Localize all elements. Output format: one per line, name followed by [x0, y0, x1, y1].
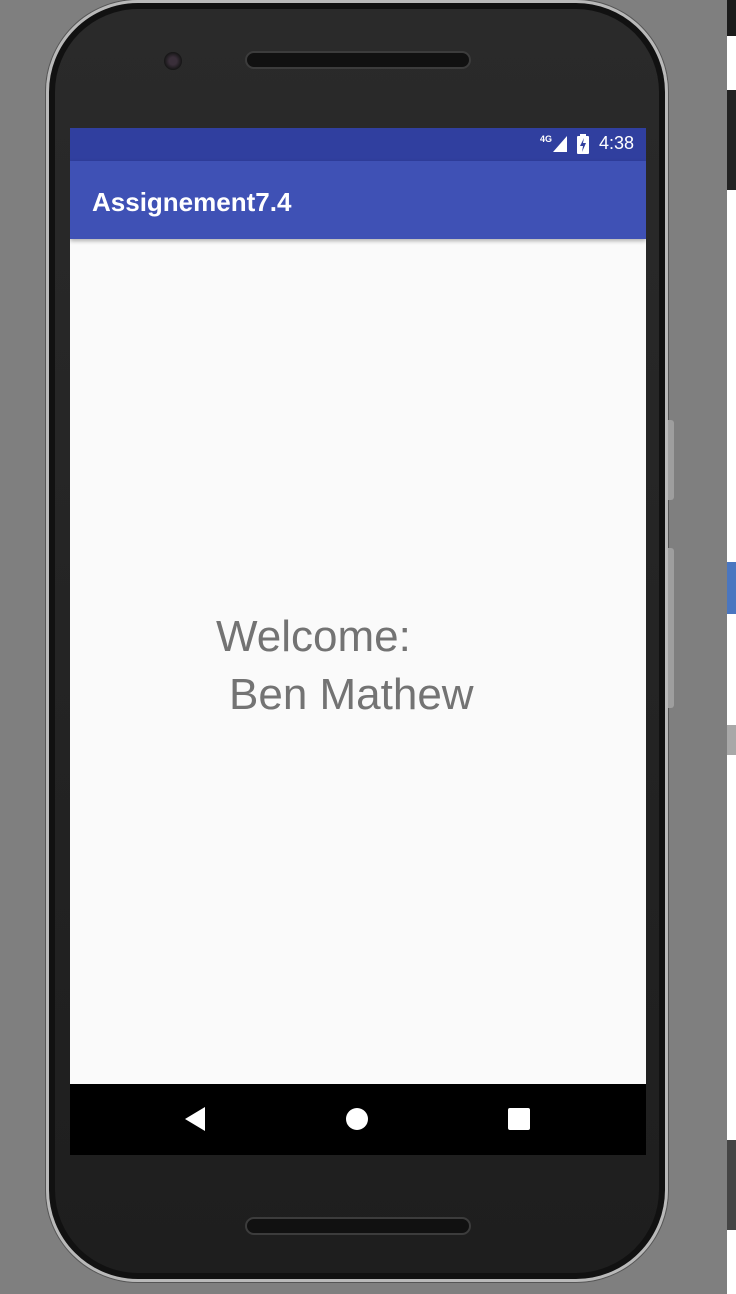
bottom-speaker: [245, 1217, 471, 1235]
signal-indicator: 4G: [539, 133, 567, 152]
status-bar: 4G 4:38: [70, 128, 646, 161]
background-window-panel: [727, 90, 736, 190]
app-bar: Assignement7.4: [70, 161, 646, 239]
welcome-label: Welcome:: [216, 612, 411, 661]
background-window-selection: [727, 562, 736, 614]
recents-button[interactable]: [504, 1104, 534, 1134]
front-camera: [164, 52, 182, 70]
home-circle-icon: [346, 1108, 368, 1130]
volume-button[interactable]: [668, 420, 674, 500]
back-button[interactable]: [181, 1104, 211, 1134]
status-time: 4:38: [598, 133, 634, 153]
background-window: [727, 0, 736, 1294]
top-speaker: [245, 51, 471, 69]
power-button[interactable]: [668, 548, 674, 708]
recents-square-icon: [508, 1108, 530, 1130]
device-screen: 4G 4:38 Assignement7.4 Welcome: Ben Math…: [70, 128, 646, 1155]
background-window-divider: [727, 725, 736, 755]
app-title: Assignement7.4: [92, 187, 292, 217]
user-name: Ben Mathew: [229, 670, 474, 719]
navigation-bar: [70, 1084, 646, 1155]
background-window-titlebar: [727, 0, 736, 36]
background-window-footer: [727, 1140, 736, 1230]
welcome-text: Welcome: Ben Mathew: [216, 608, 474, 724]
signal-icon: [552, 135, 567, 152]
battery-charging-icon: [576, 133, 589, 154]
home-button[interactable]: [342, 1104, 372, 1134]
network-type: 4G: [539, 133, 552, 144]
back-triangle-icon: [185, 1107, 205, 1131]
status-indicators: 4G 4:38: [540, 133, 634, 154]
